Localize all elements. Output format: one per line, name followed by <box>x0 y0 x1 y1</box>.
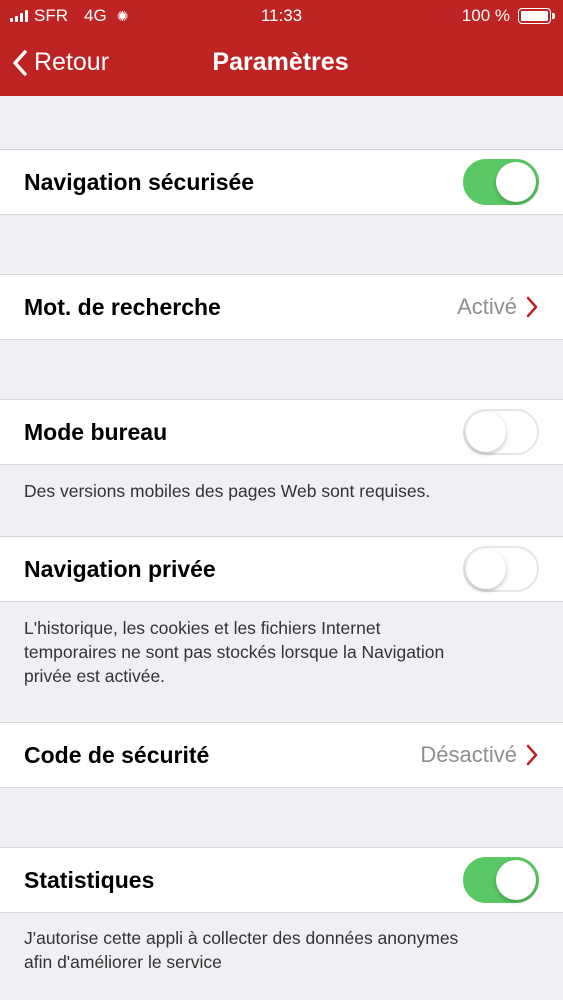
top-bar: SFR 4G ✺ 11:33 100 % Retour Paramètres <box>0 0 563 96</box>
setting-row-desktop-mode: Mode bureau <box>0 399 563 465</box>
private-navigation-note: L'historique, les cookies et les fichier… <box>24 616 544 688</box>
note-line: privée est activée. <box>24 666 166 686</box>
setting-label: Mode bureau <box>24 418 168 445</box>
setting-label: Navigation privée <box>24 555 216 582</box>
setting-row-statistics: Statistiques <box>0 847 563 913</box>
setting-value: Activé <box>457 294 517 319</box>
setting-label: Mot. de recherche <box>24 293 221 320</box>
secure-navigation-toggle[interactable] <box>463 159 539 205</box>
setting-label: Navigation sécurisée <box>24 168 255 195</box>
note-line: afin d'améliorer le service <box>24 952 222 972</box>
setting-label: Code de sécurité <box>24 741 210 768</box>
page-title: Paramètres <box>212 48 349 76</box>
desktop-mode-toggle[interactable] <box>463 409 539 455</box>
setting-row-search-engine[interactable]: Mot. de recherche Activé <box>0 274 563 340</box>
battery-percent: 100 % <box>461 6 510 25</box>
note-line: L'historique, les cookies et les fichier… <box>24 618 381 638</box>
setting-value: Désactivé <box>420 742 517 767</box>
status-bar: SFR 4G ✺ 11:33 100 % <box>0 0 563 32</box>
statistics-note: J'autorise cette appli à collecter des d… <box>24 926 544 974</box>
desktop-mode-note: Des versions mobiles des pages Web sont … <box>24 481 431 501</box>
setting-row-security-code[interactable]: Code de sécurité Désactivé <box>0 722 563 788</box>
setting-label: Statistiques <box>24 866 155 893</box>
chevron-right-icon <box>526 296 538 318</box>
setting-row-secure-navigation: Navigation sécurisée <box>0 149 563 215</box>
status-right: 100 % <box>461 6 555 26</box>
statistics-toggle[interactable] <box>463 857 539 903</box>
setting-row-private-navigation: Navigation privée <box>0 536 563 602</box>
chevron-right-icon <box>526 744 538 766</box>
note-line: J'autorise cette appli à collecter des d… <box>24 928 459 948</box>
private-navigation-toggle[interactable] <box>463 546 539 592</box>
navigation-bar: Retour Paramètres <box>0 32 563 96</box>
note-line: temporaires ne sont pas stockés lorsque … <box>24 642 445 662</box>
battery-icon <box>518 8 555 24</box>
